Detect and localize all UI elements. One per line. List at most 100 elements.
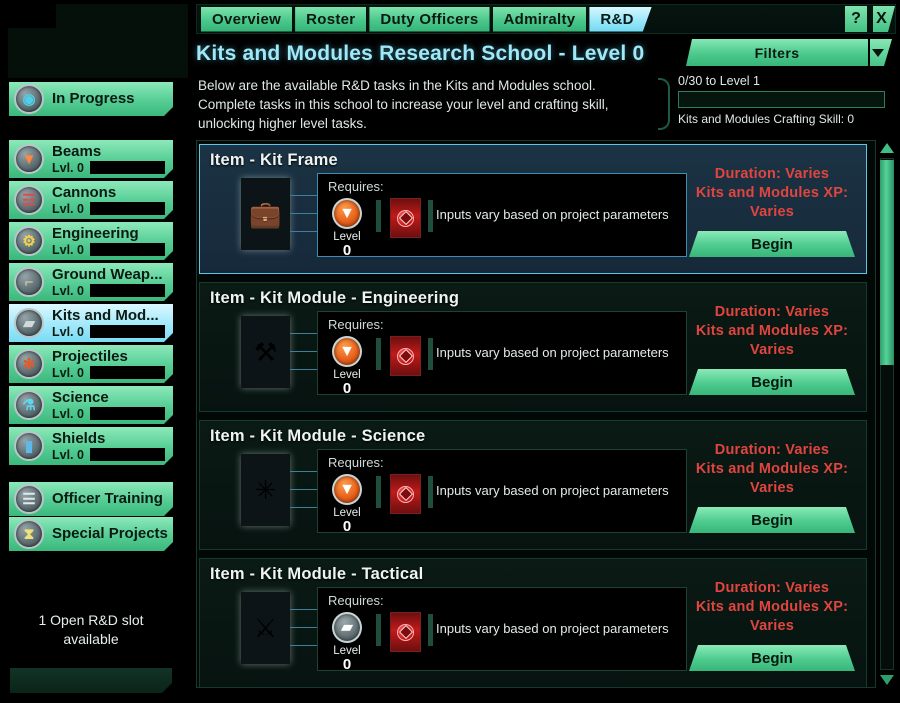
page-title: Kits and Modules Research School - Level… (196, 42, 644, 66)
kit-module-tactical-icon: ⚔ (241, 592, 290, 664)
description-row: Below are the available R&D tasks in the… (196, 74, 896, 136)
duration-text: Duration: Varies (686, 441, 858, 460)
begin-button[interactable]: Begin (689, 645, 855, 671)
duration-text: Duration: Varies (686, 579, 858, 598)
sidebar-item-officer-training[interactable]: ☰ Officer Training (9, 482, 173, 516)
requirements-box: Requires:▼Level0Inputs vary based on pro… (317, 173, 687, 257)
sidebar-item-progress-bar (90, 243, 165, 256)
tab-roster[interactable]: Roster (295, 7, 366, 32)
tab-duty-officers[interactable]: Duty Officers (369, 7, 489, 32)
level-value: 0 (324, 242, 370, 259)
sidebar-item-projectiles[interactable]: ✻ ProjectilesLvl. 0 (9, 345, 173, 383)
sidebar-item-label: Science (52, 390, 173, 406)
sidebar-item-level: Lvl. 0 (52, 366, 84, 380)
sidebar-item-level: Lvl. 0 (52, 407, 84, 421)
begin-button[interactable]: Begin (689, 507, 855, 533)
scroll-down-icon[interactable] (877, 672, 897, 688)
level-value: 0 (324, 656, 370, 673)
input-slot-icon[interactable] (390, 336, 421, 376)
sidebar-item-progress-bar (90, 325, 165, 338)
sidebar-item-level: Lvl. 0 (52, 448, 84, 462)
sidebar-item-label: Projectiles (52, 349, 173, 365)
task-card[interactable]: Item - Kit Module - Tactical⚔Requires:▰L… (199, 558, 867, 688)
task-title: Item - Kit Module - Engineering (210, 289, 459, 308)
chevron-down-icon[interactable] (870, 39, 892, 66)
sidebar-item-label: Shields (52, 431, 173, 447)
level-progress-bar (678, 91, 885, 108)
requires-label: Requires: (328, 179, 384, 194)
duration-text: Duration: Varies (686, 303, 858, 322)
school-description: Below are the available R&D tasks in the… (198, 76, 653, 133)
beams-badge-icon: ▼ (332, 198, 362, 229)
projectiles-icon: ✻ (14, 349, 44, 379)
sidebar-item-special-projects[interactable]: ⧗ Special Projects (9, 517, 173, 551)
kits-modules-badge-icon: ▰ (332, 612, 362, 643)
xp-text: Kits and Modules XP: Varies (686, 184, 858, 222)
beams-icon: ▼ (14, 144, 44, 174)
sidebar-item-science[interactable]: ⚗ ScienceLvl. 0 (9, 386, 173, 424)
level-progress-label: 0/30 to Level 1 (678, 74, 893, 88)
sidebar-item-label: Special Projects (52, 526, 173, 542)
cannons-icon: ☲ (14, 185, 44, 215)
task-card[interactable]: Item - Kit Module - Engineering⚒Requires… (199, 282, 867, 412)
in-progress-icon: ◉ (14, 84, 44, 114)
task-summary: Duration: VariesKits and Modules XP: Var… (686, 303, 858, 395)
sidebar-item-level: Lvl. 0 (52, 325, 84, 339)
sidebar-item-engineering[interactable]: ⚙EngineeringLvl. 0 (9, 222, 173, 260)
tab-overview[interactable]: Overview (201, 7, 292, 32)
requires-label: Requires: (328, 317, 384, 332)
filters-button[interactable]: Filters (686, 39, 868, 66)
beams-badge-icon: ▼ (332, 336, 362, 367)
sidebar-item-label: In Progress (52, 91, 173, 107)
task-list: Item - Kit Frame💼Requires:▼Level0Inputs … (196, 140, 876, 688)
begin-button[interactable]: Begin (689, 231, 855, 257)
level-value: 0 (324, 518, 370, 535)
task-title: Item - Kit Module - Tactical (210, 565, 423, 584)
task-title: Item - Kit Frame (210, 151, 338, 170)
officer-training-icon: ☰ (14, 484, 44, 514)
sidebar-item-progress-bar (90, 366, 165, 379)
sidebar-item-label: Officer Training (52, 491, 173, 507)
science-icon: ⚗ (14, 390, 44, 420)
sidebar-item-kits-modules[interactable]: ▰ Kits and Mod...Lvl. 0 (9, 304, 173, 342)
task-card[interactable]: Item - Kit Module - Science✳Requires:▼Le… (199, 420, 867, 550)
sidebar-item-progress-bar (90, 407, 165, 420)
sidebar-item-label: Kits and Mod... (52, 308, 173, 324)
tab-admiralty[interactable]: Admiralty (493, 7, 587, 32)
filters-control: Filters (686, 39, 892, 66)
task-title: Item - Kit Module - Science (210, 427, 425, 446)
sidebar-item-beams[interactable]: ▼BeamsLvl. 0 (9, 140, 173, 178)
requires-label: Requires: (328, 455, 384, 470)
requirements-box: Requires:▼Level0Inputs vary based on pro… (317, 311, 687, 395)
xp-text: Kits and Modules XP: Varies (686, 322, 858, 360)
ground-weapons-icon: ⌐ (14, 267, 44, 297)
tab-r-d[interactable]: R&D (589, 7, 651, 32)
sidebar-item-label: Ground Weap... (52, 267, 173, 283)
close-button[interactable]: X (873, 6, 895, 32)
duration-text: Duration: Varies (686, 165, 858, 184)
sidebar-item-level: Lvl. 0 (52, 243, 84, 257)
level-value: 0 (324, 380, 370, 397)
sidebar-item-shields[interactable]: ▮ShieldsLvl. 0 (9, 427, 173, 465)
task-summary: Duration: VariesKits and Modules XP: Var… (686, 579, 858, 671)
sidebar-item-in-progress[interactable]: ◉ In Progress (9, 82, 173, 116)
help-button[interactable]: ? (845, 6, 867, 32)
sidebar-item-ground-weapons[interactable]: ⌐Ground Weap...Lvl. 0 (9, 263, 173, 301)
input-slot-icon[interactable] (390, 198, 421, 238)
task-card[interactable]: Item - Kit Frame💼Requires:▼Level0Inputs … (199, 144, 867, 274)
input-slot-icon[interactable] (390, 612, 421, 652)
kits-modules-icon: ▰ (14, 308, 44, 338)
input-slot-icon[interactable] (390, 474, 421, 514)
begin-button[interactable]: Begin (689, 369, 855, 395)
open-slot-bar[interactable] (10, 668, 172, 693)
scroll-up-icon[interactable] (877, 140, 897, 156)
task-list-scrollbar[interactable] (876, 140, 898, 688)
inputs-text: Inputs vary based on project parameters (436, 207, 669, 222)
sidebar-item-label: Beams (52, 144, 173, 160)
special-projects-icon: ⧗ (14, 519, 44, 549)
scrollbar-thumb[interactable] (880, 160, 894, 365)
inputs-text: Inputs vary based on project parameters (436, 345, 669, 360)
sidebar-item-progress-bar (90, 161, 165, 174)
sidebar-item-cannons[interactable]: ☲CannonsLvl. 0 (9, 181, 173, 219)
sidebar-item-progress-bar (90, 448, 165, 461)
